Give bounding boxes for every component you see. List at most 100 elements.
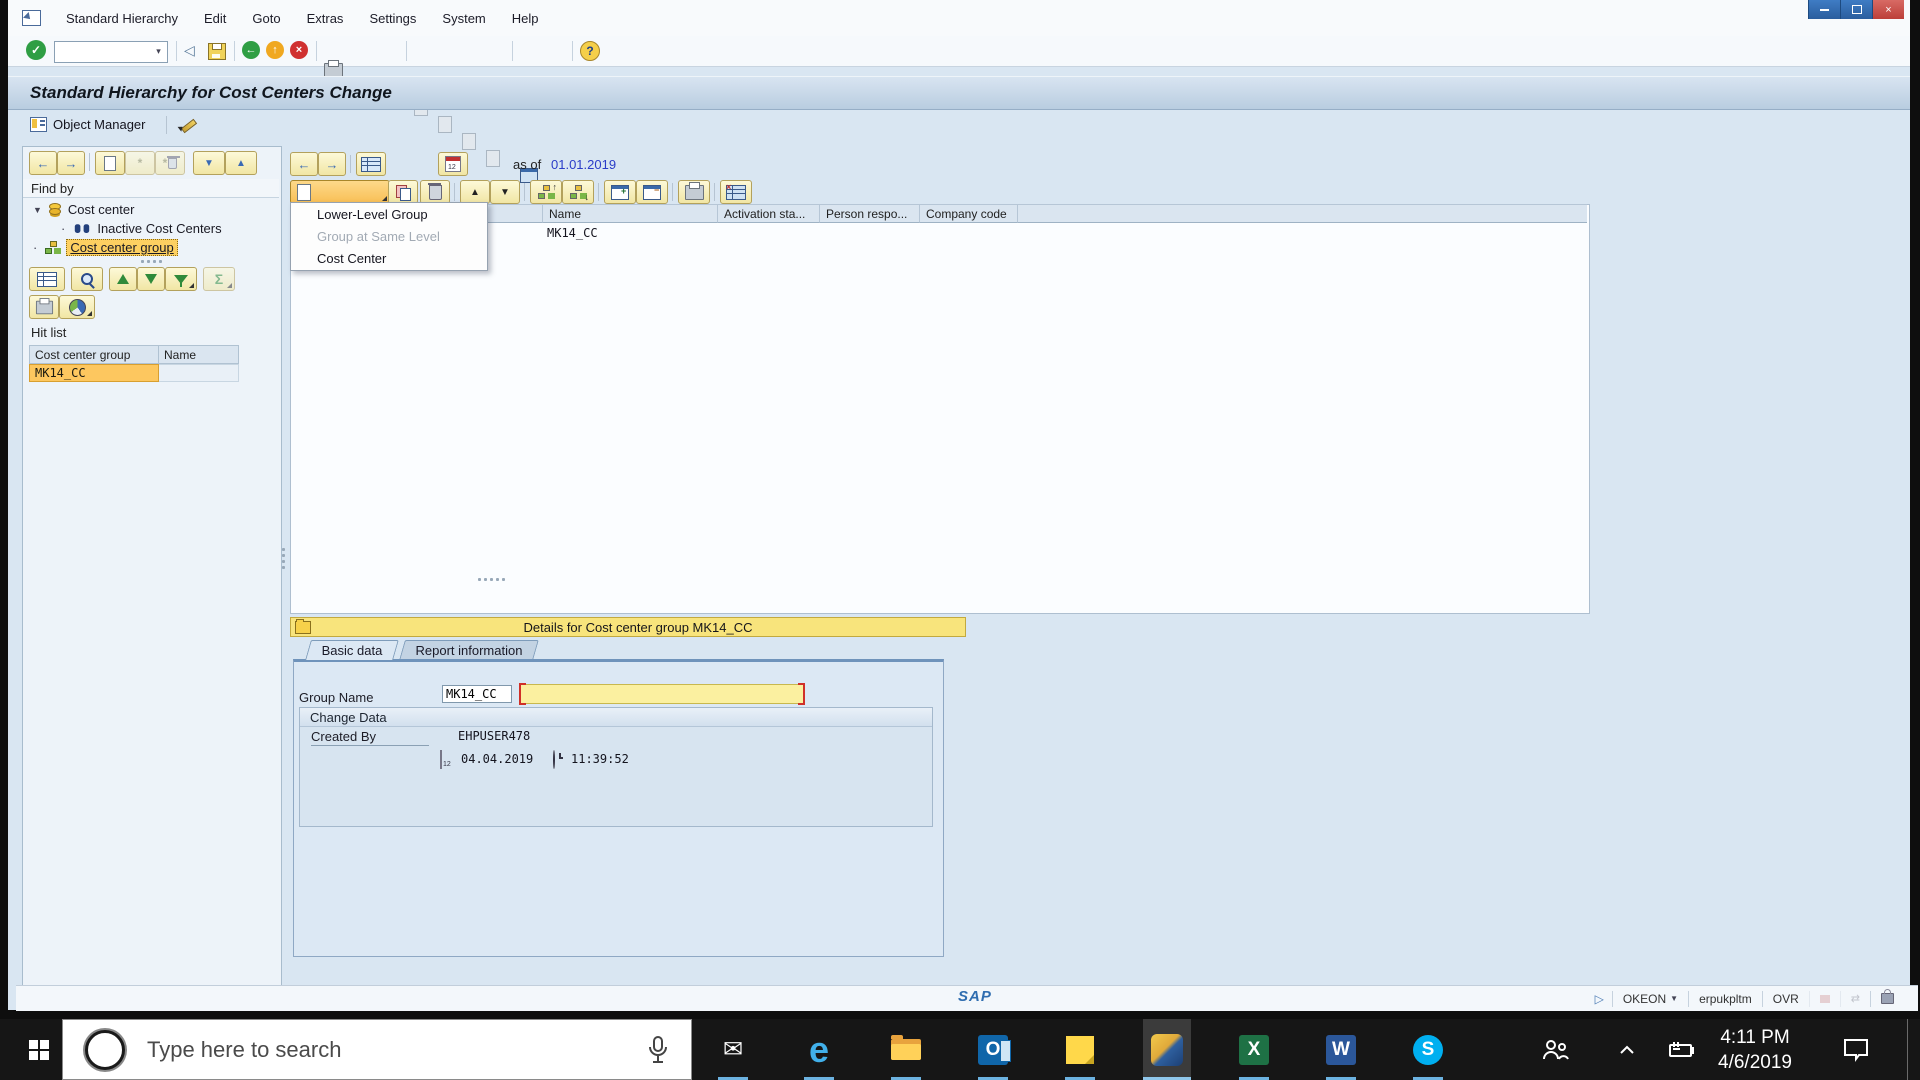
hitlist-column-group[interactable]: Cost center group bbox=[29, 345, 159, 364]
group-name-label: Group Name bbox=[299, 690, 373, 705]
hier-back-button[interactable]: ← bbox=[290, 152, 318, 176]
tree-item-inactive-cost-centers[interactable]: · Inactive Cost Centers bbox=[23, 219, 279, 238]
show-desktop-divider[interactable] bbox=[1907, 1019, 1908, 1080]
taskbar-clock[interactable]: 4:11 PM 4/6/2019 bbox=[1712, 1025, 1798, 1075]
restore-button[interactable] bbox=[1840, 0, 1872, 19]
cancel-circle-icon[interactable]: × bbox=[290, 41, 308, 59]
sort-ascending-button[interactable] bbox=[109, 267, 137, 291]
taskbar-action-center[interactable] bbox=[1832, 1019, 1880, 1080]
hier-print-button[interactable] bbox=[678, 180, 710, 204]
key-date-button[interactable] bbox=[438, 152, 468, 176]
horizontal-splitter-handle[interactable] bbox=[478, 578, 505, 581]
filter-button[interactable] bbox=[165, 267, 197, 291]
copy-button[interactable] bbox=[388, 180, 418, 204]
hier-column-name[interactable]: Name bbox=[543, 204, 718, 223]
minimize-button[interactable] bbox=[1808, 0, 1840, 19]
collapse-node-button[interactable]: − bbox=[636, 180, 668, 204]
hitlist-column-name[interactable]: Name bbox=[159, 345, 239, 364]
menu-goto[interactable]: Goto bbox=[241, 8, 291, 29]
start-button[interactable] bbox=[16, 1019, 62, 1080]
window-system-icon[interactable] bbox=[22, 10, 41, 26]
menu-standard-hierarchy[interactable]: Standard Hierarchy bbox=[55, 8, 189, 29]
tab-report-information[interactable]: Report information bbox=[402, 640, 536, 660]
taskbar-sticky-notes[interactable] bbox=[1056, 1019, 1104, 1080]
move-down-button[interactable]: ▼ bbox=[490, 180, 520, 204]
enter-button[interactable]: ✓ bbox=[26, 40, 46, 60]
taskbar-edge[interactable]: e bbox=[795, 1019, 843, 1080]
save-icon[interactable] bbox=[208, 43, 226, 60]
cortana-icon[interactable] bbox=[85, 1030, 125, 1070]
back-circle-icon[interactable]: ← bbox=[242, 41, 260, 59]
taskbar-word[interactable]: W bbox=[1317, 1019, 1365, 1080]
create-button[interactable] bbox=[290, 180, 390, 204]
group-name-input[interactable]: MK14_CC bbox=[442, 685, 512, 703]
taskbar-mail[interactable]: ✉ bbox=[709, 1019, 757, 1080]
taskbar-hidden-icons[interactable] bbox=[1603, 1019, 1651, 1080]
hier-row-mk14cc[interactable]: MK14_CC bbox=[547, 226, 598, 240]
system-dropdown-icon[interactable]: ▼ bbox=[1670, 994, 1678, 1003]
close-button[interactable]: × bbox=[1872, 0, 1904, 19]
vertical-splitter-handle[interactable] bbox=[282, 548, 285, 569]
views-button[interactable] bbox=[59, 295, 95, 319]
command-dropdown-icon[interactable]: ▾ bbox=[152, 43, 165, 59]
one-level-down-button[interactable]: ↓ bbox=[562, 180, 594, 204]
hitlist-table-view-button[interactable] bbox=[29, 267, 65, 291]
menu-settings[interactable]: Settings bbox=[358, 8, 427, 29]
sort-descending-button[interactable] bbox=[137, 267, 165, 291]
move-up-button[interactable]: ▲ bbox=[460, 180, 490, 204]
taskbar-skype[interactable]: S bbox=[1404, 1019, 1452, 1080]
taskbar-sap-logon[interactable] bbox=[1143, 1019, 1191, 1080]
taskbar-excel[interactable]: X bbox=[1230, 1019, 1278, 1080]
hitlist-cell-name[interactable] bbox=[159, 364, 239, 382]
tree-item-cost-center-group[interactable]: · Cost center group bbox=[23, 238, 279, 257]
microphone-icon[interactable] bbox=[647, 1035, 669, 1065]
menu-system[interactable]: System bbox=[431, 8, 496, 29]
insert-mode-field[interactable]: OVR bbox=[1762, 991, 1809, 1007]
help-icon[interactable]: ? bbox=[580, 41, 600, 61]
hier-column-company[interactable]: Company code bbox=[920, 204, 1018, 223]
expand-node-button[interactable]: + bbox=[604, 180, 636, 204]
column-config-button[interactable]: × bbox=[720, 180, 752, 204]
expand-node-icon bbox=[611, 185, 629, 200]
hitlist-print-button[interactable] bbox=[29, 295, 59, 319]
menu-help[interactable]: Help bbox=[501, 8, 550, 29]
taskbar-people[interactable] bbox=[1531, 1019, 1579, 1080]
system-field[interactable]: OKEON ▼ bbox=[1612, 991, 1688, 1007]
taskbar-battery[interactable] bbox=[1656, 1019, 1704, 1080]
exit-circle-icon[interactable]: ↑ bbox=[266, 41, 284, 59]
taskbar-search-box[interactable]: Type here to search bbox=[62, 1019, 692, 1080]
taskbar-file-explorer[interactable] bbox=[882, 1019, 930, 1080]
new-search-icon bbox=[104, 156, 116, 171]
hier-column-person[interactable]: Person respo... bbox=[820, 204, 920, 223]
copy-icon bbox=[396, 185, 411, 199]
menu-item-lower-level-group[interactable]: Lower-Level Group bbox=[291, 203, 487, 225]
nav-forward-button[interactable]: → bbox=[57, 151, 85, 175]
group-description-input[interactable] bbox=[520, 684, 804, 704]
delete-button[interactable] bbox=[420, 180, 450, 204]
hier-forward-button[interactable]: → bbox=[318, 152, 346, 176]
overview-list-button[interactable] bbox=[356, 152, 386, 176]
hitlist-cell-group[interactable]: MK14_CC bbox=[29, 364, 159, 382]
nav-back-button[interactable]: ← bbox=[29, 151, 57, 175]
hitlist-find-button[interactable] bbox=[71, 267, 103, 291]
collapse-all-button[interactable]: ▲ bbox=[225, 151, 257, 175]
performance-assistant-icon[interactable]: ▷ bbox=[1587, 992, 1612, 1006]
expand-all-button[interactable]: ▼ bbox=[193, 151, 225, 175]
menu-extras[interactable]: Extras bbox=[296, 8, 355, 29]
change-pencil-icon[interactable] bbox=[179, 117, 195, 133]
command-field[interactable] bbox=[54, 41, 168, 63]
panel-splitter-handle[interactable] bbox=[141, 260, 162, 263]
one-level-up-button[interactable]: ↑ bbox=[530, 180, 562, 204]
expander-icon[interactable]: ▼ bbox=[33, 205, 42, 215]
menu-item-cost-center[interactable]: Cost Center bbox=[291, 247, 487, 269]
back-icon[interactable]: ◁ bbox=[184, 42, 195, 59]
create-search-button[interactable]: * bbox=[95, 151, 125, 175]
object-manager-button[interactable]: Object Manager bbox=[22, 114, 154, 135]
tab-basic-data[interactable]: Basic data bbox=[308, 640, 396, 660]
as-of-date[interactable]: 01.01.2019 bbox=[551, 157, 616, 172]
notification-icon bbox=[1843, 1038, 1869, 1062]
taskbar-outlook[interactable]: O bbox=[969, 1019, 1017, 1080]
tree-item-cost-center[interactable]: ▼ Cost center bbox=[23, 200, 279, 219]
hier-column-activation[interactable]: Activation sta... bbox=[718, 204, 820, 223]
menu-edit[interactable]: Edit bbox=[193, 8, 237, 29]
